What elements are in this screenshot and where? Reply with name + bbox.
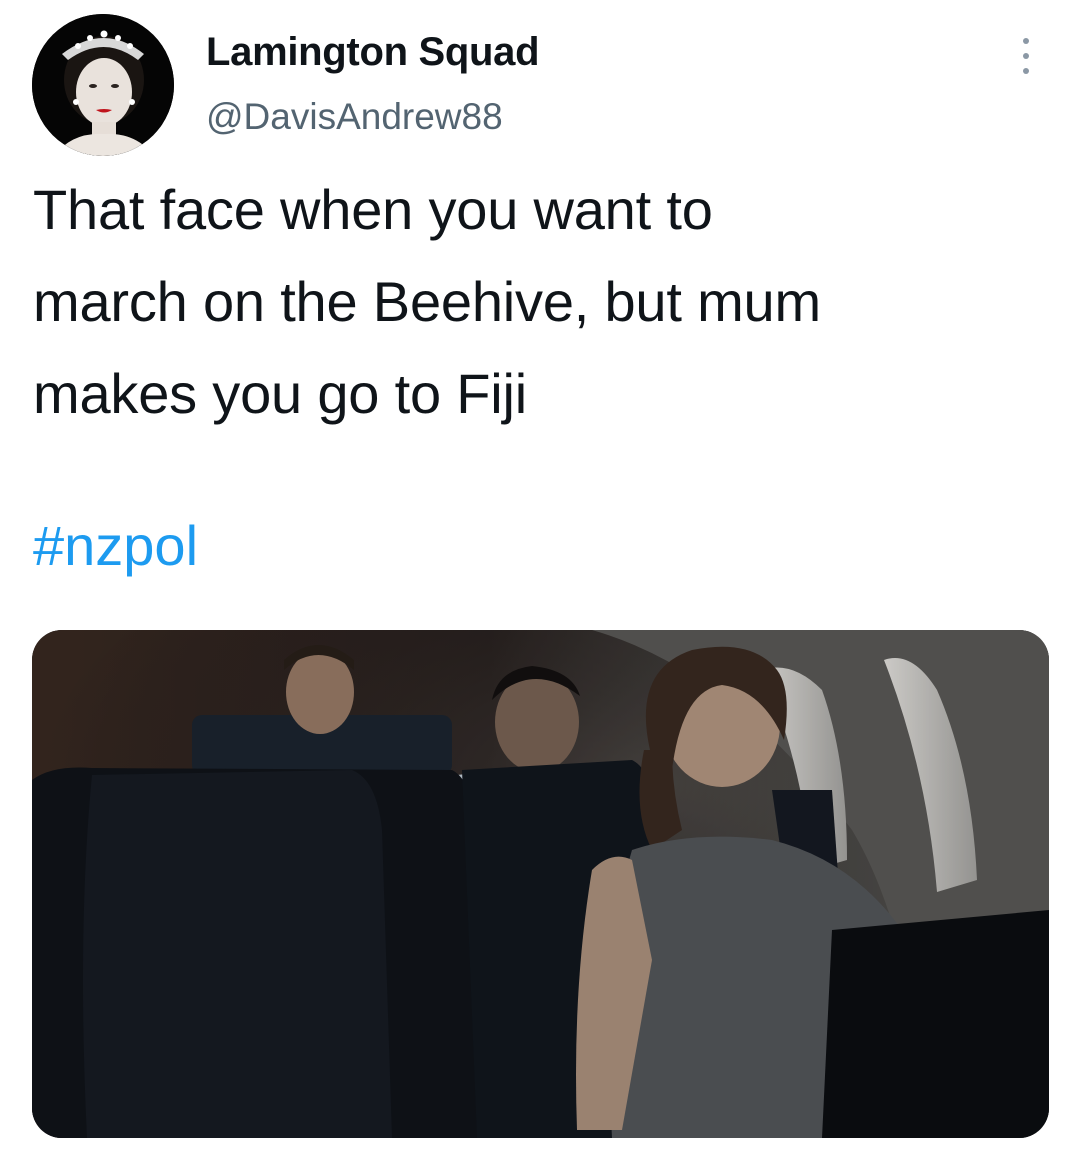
author-avatar[interactable]: [32, 14, 174, 156]
avatar-portrait-icon: [32, 14, 174, 156]
tweet-text-line: march on the Beehive, but mum: [33, 270, 821, 333]
more-dot: [1023, 38, 1029, 44]
tweet-text: That face when you want to march on the …: [33, 164, 1033, 440]
hashtag-link[interactable]: #nzpol: [33, 500, 198, 592]
more-options-icon[interactable]: [1008, 36, 1044, 76]
more-dot: [1023, 68, 1029, 74]
airplane-cabin-photo: [32, 630, 1049, 1138]
tweet-card: Lamington Squad @DavisAndrew88 That face…: [0, 0, 1080, 1158]
more-dot: [1023, 53, 1029, 59]
author-display-name[interactable]: Lamington Squad: [206, 30, 540, 75]
tweet-text-line: makes you go to Fiji: [33, 362, 527, 425]
author-handle[interactable]: @DavisAndrew88: [206, 96, 503, 138]
tweet-media-image[interactable]: [32, 630, 1049, 1138]
tweet-text-line: That face when you want to: [33, 178, 713, 241]
